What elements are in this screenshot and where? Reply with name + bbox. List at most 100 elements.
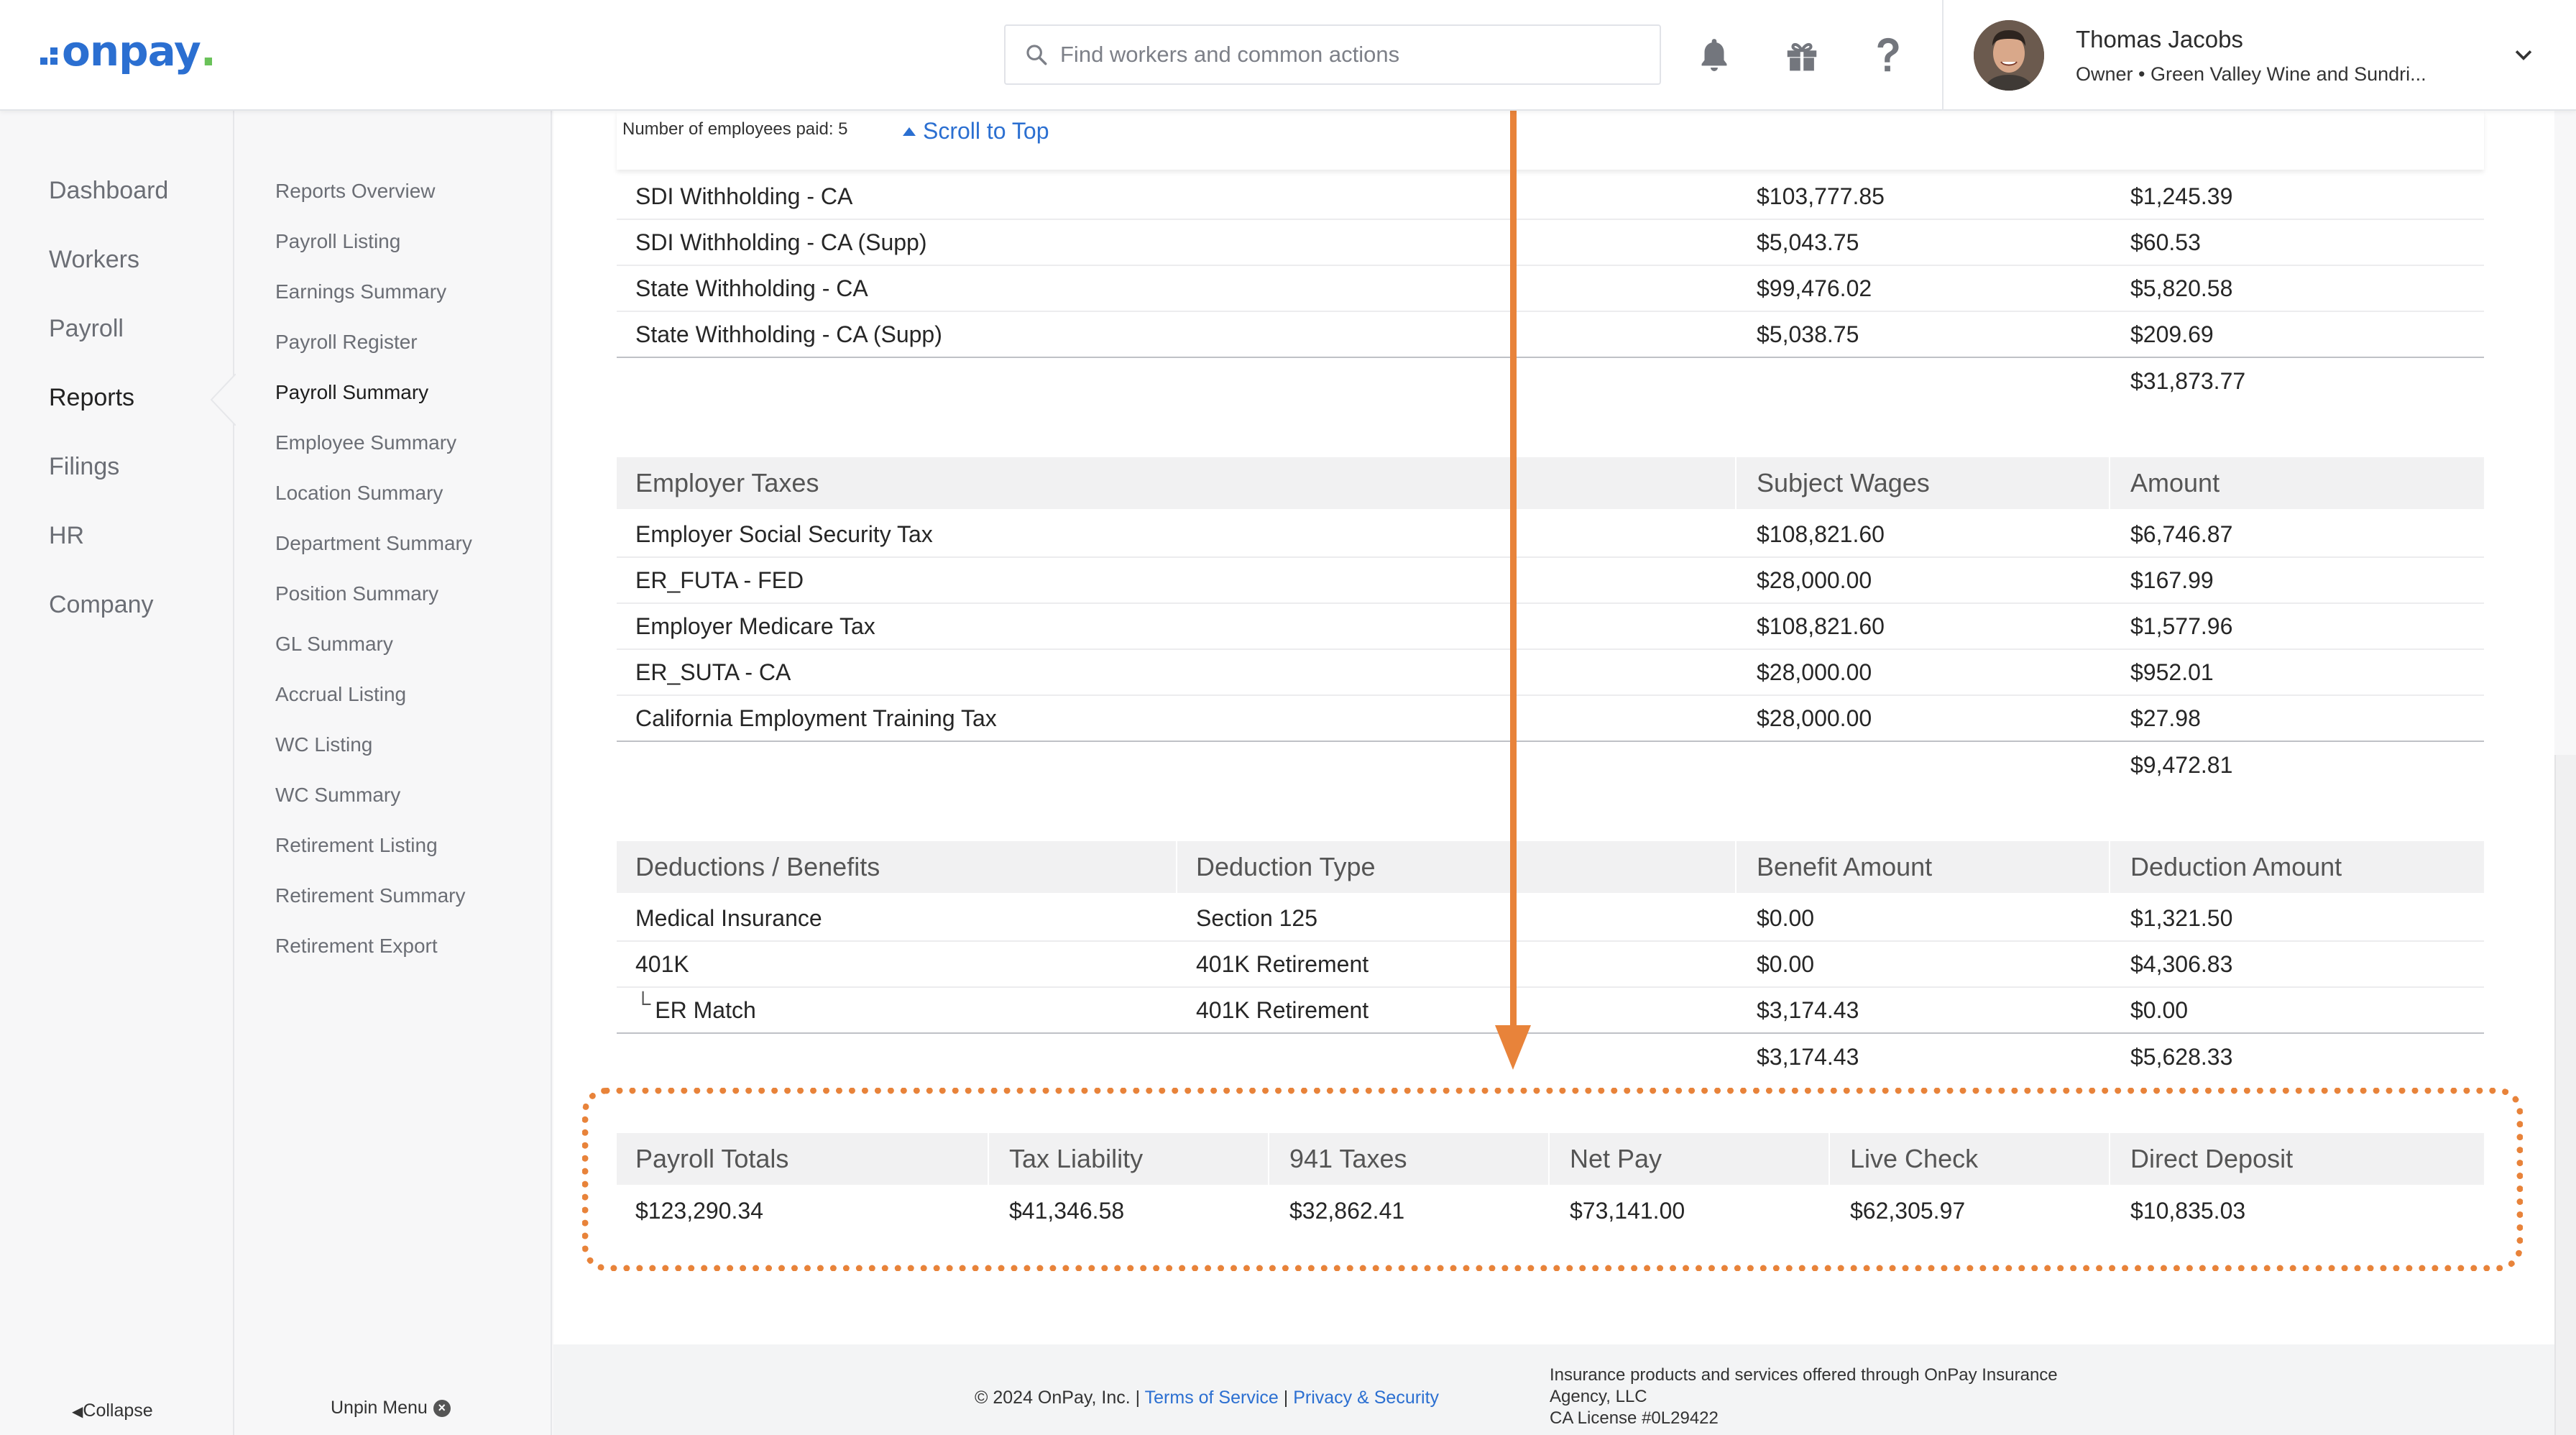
subnav-department-summary[interactable]: Department Summary xyxy=(275,532,472,555)
subnav-retirement-export[interactable]: Retirement Export xyxy=(275,935,438,958)
tax-amount: $60.53 xyxy=(2130,229,2201,255)
table-row: Employer Social Security Tax $108,821.60… xyxy=(617,512,2484,558)
subject-wages: $28,000.00 xyxy=(1757,567,1872,593)
deduction-name-text: ER Match xyxy=(655,996,756,1023)
deduction-amount: $4,306.83 xyxy=(2130,950,2233,977)
subnav-payroll-listing[interactable]: Payroll Listing xyxy=(275,230,400,253)
collapse-button[interactable]: ◀Collapse xyxy=(72,1400,153,1421)
chevron-down-icon[interactable] xyxy=(2511,43,2536,68)
annotation-arrow-icon xyxy=(1495,111,1531,1070)
subnav-wc-listing[interactable]: WC Listing xyxy=(275,733,372,756)
subnav-position-summary[interactable]: Position Summary xyxy=(275,582,438,605)
footer-copyright: © 2024 OnPay, Inc. | Terms of Service | … xyxy=(975,1388,1439,1408)
subnav-payroll-register[interactable]: Payroll Register xyxy=(275,331,418,354)
tax-amount: $209.69 xyxy=(2130,321,2214,347)
subject-wages: $108,821.60 xyxy=(1757,521,1885,547)
tax-name: California Employment Training Tax xyxy=(635,705,997,731)
column-divider xyxy=(1735,457,1736,509)
deduction-name: 401K xyxy=(635,950,689,977)
unpin-menu-button[interactable]: Unpin Menu × xyxy=(331,1398,451,1418)
footer: © 2024 OnPay, Inc. | Terms of Service | … xyxy=(553,1344,2554,1435)
search-input[interactable] xyxy=(1060,42,1650,68)
user-avatar[interactable] xyxy=(1974,20,2044,91)
search-box[interactable] xyxy=(1004,24,1661,85)
tax-name: SDI Withholding - CA xyxy=(635,183,853,209)
user-company[interactable]: Owner • Green Valley Wine and Sundri... xyxy=(2076,63,2426,86)
copyright-text: © 2024 OnPay, Inc. | xyxy=(975,1388,1141,1408)
tax-amount: $1,577.96 xyxy=(2130,613,2233,639)
unpin-menu-label: Unpin Menu xyxy=(331,1398,428,1418)
active-nav-caret-icon xyxy=(210,374,236,426)
employee-withholding-total: $31,873.77 xyxy=(2130,368,2246,394)
subnav-reports-overview[interactable]: Reports Overview xyxy=(275,180,436,203)
column-header: Subject Wages xyxy=(1757,468,1930,498)
nav-item-filings[interactable]: Filings xyxy=(49,453,119,481)
report-sticky-header: Number of employees paid: 5 Scroll to To… xyxy=(617,111,2484,170)
column-divider xyxy=(1176,841,1177,893)
nav-item-company[interactable]: Company xyxy=(49,591,154,619)
subject-wages: $103,777.85 xyxy=(1757,183,1885,209)
subnav-wc-summary[interactable]: WC Summary xyxy=(275,784,400,807)
notifications-bell-icon[interactable] xyxy=(1693,35,1735,76)
user-name[interactable]: Thomas Jacobs xyxy=(2076,26,2243,53)
subnav-location-summary[interactable]: Location Summary xyxy=(275,482,443,505)
sub-item-indent-icon: └ xyxy=(635,992,651,1016)
column-header: Employer Taxes xyxy=(635,468,819,498)
column-divider xyxy=(1735,841,1736,893)
tax-amount: $952.01 xyxy=(2130,659,2214,685)
table-row: ER_SUTA - CA $28,000.00 $952.01 xyxy=(617,650,2484,696)
tax-name: Employer Medicare Tax xyxy=(635,613,875,639)
onpay-logo[interactable]: onpay. xyxy=(40,27,216,75)
insurance-line: Insurance products and services offered … xyxy=(1550,1365,2058,1385)
table-row: State Withholding - CA $99,476.02 $5,820… xyxy=(617,266,2484,312)
deduction-total: $5,628.33 xyxy=(2130,1044,2233,1070)
subnav-employee-summary[interactable]: Employee Summary xyxy=(275,431,456,454)
column-header: Deduction Amount xyxy=(2130,852,2342,881)
table-row: └ ER Match 401K Retirement $3,174.43 $0.0… xyxy=(617,988,2484,1034)
deduction-amount: $1,321.50 xyxy=(2130,904,2233,931)
nav-item-reports[interactable]: Reports xyxy=(49,384,134,412)
scroll-to-top-label: Scroll to Top xyxy=(923,118,1049,144)
subject-wages: $28,000.00 xyxy=(1757,705,1872,731)
nav-item-payroll[interactable]: Payroll xyxy=(49,315,124,343)
subnav-accrual-listing[interactable]: Accrual Listing xyxy=(275,683,406,706)
subject-wages: $99,476.02 xyxy=(1757,275,1872,301)
subnav-gl-summary[interactable]: GL Summary xyxy=(275,633,393,656)
help-icon[interactable] xyxy=(1867,35,1909,76)
benefit-amount: $0.00 xyxy=(1757,950,1815,977)
nav-item-dashboard[interactable]: Dashboard xyxy=(49,177,168,205)
tax-amount: $6,746.87 xyxy=(2130,521,2233,547)
subnav-retirement-listing[interactable]: Retirement Listing xyxy=(275,834,438,857)
subnav-retirement-summary[interactable]: Retirement Summary xyxy=(275,884,466,907)
table-row: California Employment Training Tax $28,0… xyxy=(617,696,2484,742)
annotation-highlight-box xyxy=(582,1088,2523,1271)
nav-item-workers[interactable]: Workers xyxy=(49,246,139,274)
caret-up-icon xyxy=(903,127,916,136)
subnav-earnings-summary[interactable]: Earnings Summary xyxy=(275,280,446,303)
scrollbar[interactable] xyxy=(2554,755,2576,1435)
deduction-name: └ ER Match xyxy=(635,988,756,1032)
subject-wages: $5,038.75 xyxy=(1757,321,1859,347)
footer-separator: | xyxy=(1283,1388,1289,1408)
nav-item-hr[interactable]: HR xyxy=(49,522,84,550)
license-number: CA License #0L29422 xyxy=(1550,1408,1719,1428)
tax-name: State Withholding - CA (Supp) xyxy=(635,321,942,347)
subnav-payroll-summary[interactable]: Payroll Summary xyxy=(275,381,428,404)
gift-icon[interactable] xyxy=(1781,35,1823,76)
top-bar: onpay. Thomas Jacobs Owner • Green Valle… xyxy=(0,0,2576,111)
close-circle-icon: × xyxy=(433,1399,451,1417)
deduction-amount: $0.00 xyxy=(2130,996,2189,1023)
primary-nav: Dashboard Workers Payroll Reports Filing… xyxy=(0,111,236,1435)
privacy-security-link[interactable]: Privacy & Security xyxy=(1293,1388,1439,1408)
terms-of-service-link[interactable]: Terms of Service xyxy=(1145,1388,1279,1408)
table-row: SDI Withholding - CA $103,777.85 $1,245.… xyxy=(617,174,2484,220)
table-row: State Withholding - CA (Supp) $5,038.75 … xyxy=(617,312,2484,358)
benefit-total: $3,174.43 xyxy=(1757,1044,1859,1070)
column-header: Benefit Amount xyxy=(1757,852,1933,881)
column-header: Deduction Type xyxy=(1196,852,1376,881)
collapse-label: Collapse xyxy=(83,1400,153,1421)
scroll-to-top-link[interactable]: Scroll to Top xyxy=(903,118,1049,145)
benefit-amount: $3,174.43 xyxy=(1757,996,1859,1023)
tax-name: ER_FUTA - FED xyxy=(635,567,804,593)
subject-wages: $108,821.60 xyxy=(1757,613,1885,639)
